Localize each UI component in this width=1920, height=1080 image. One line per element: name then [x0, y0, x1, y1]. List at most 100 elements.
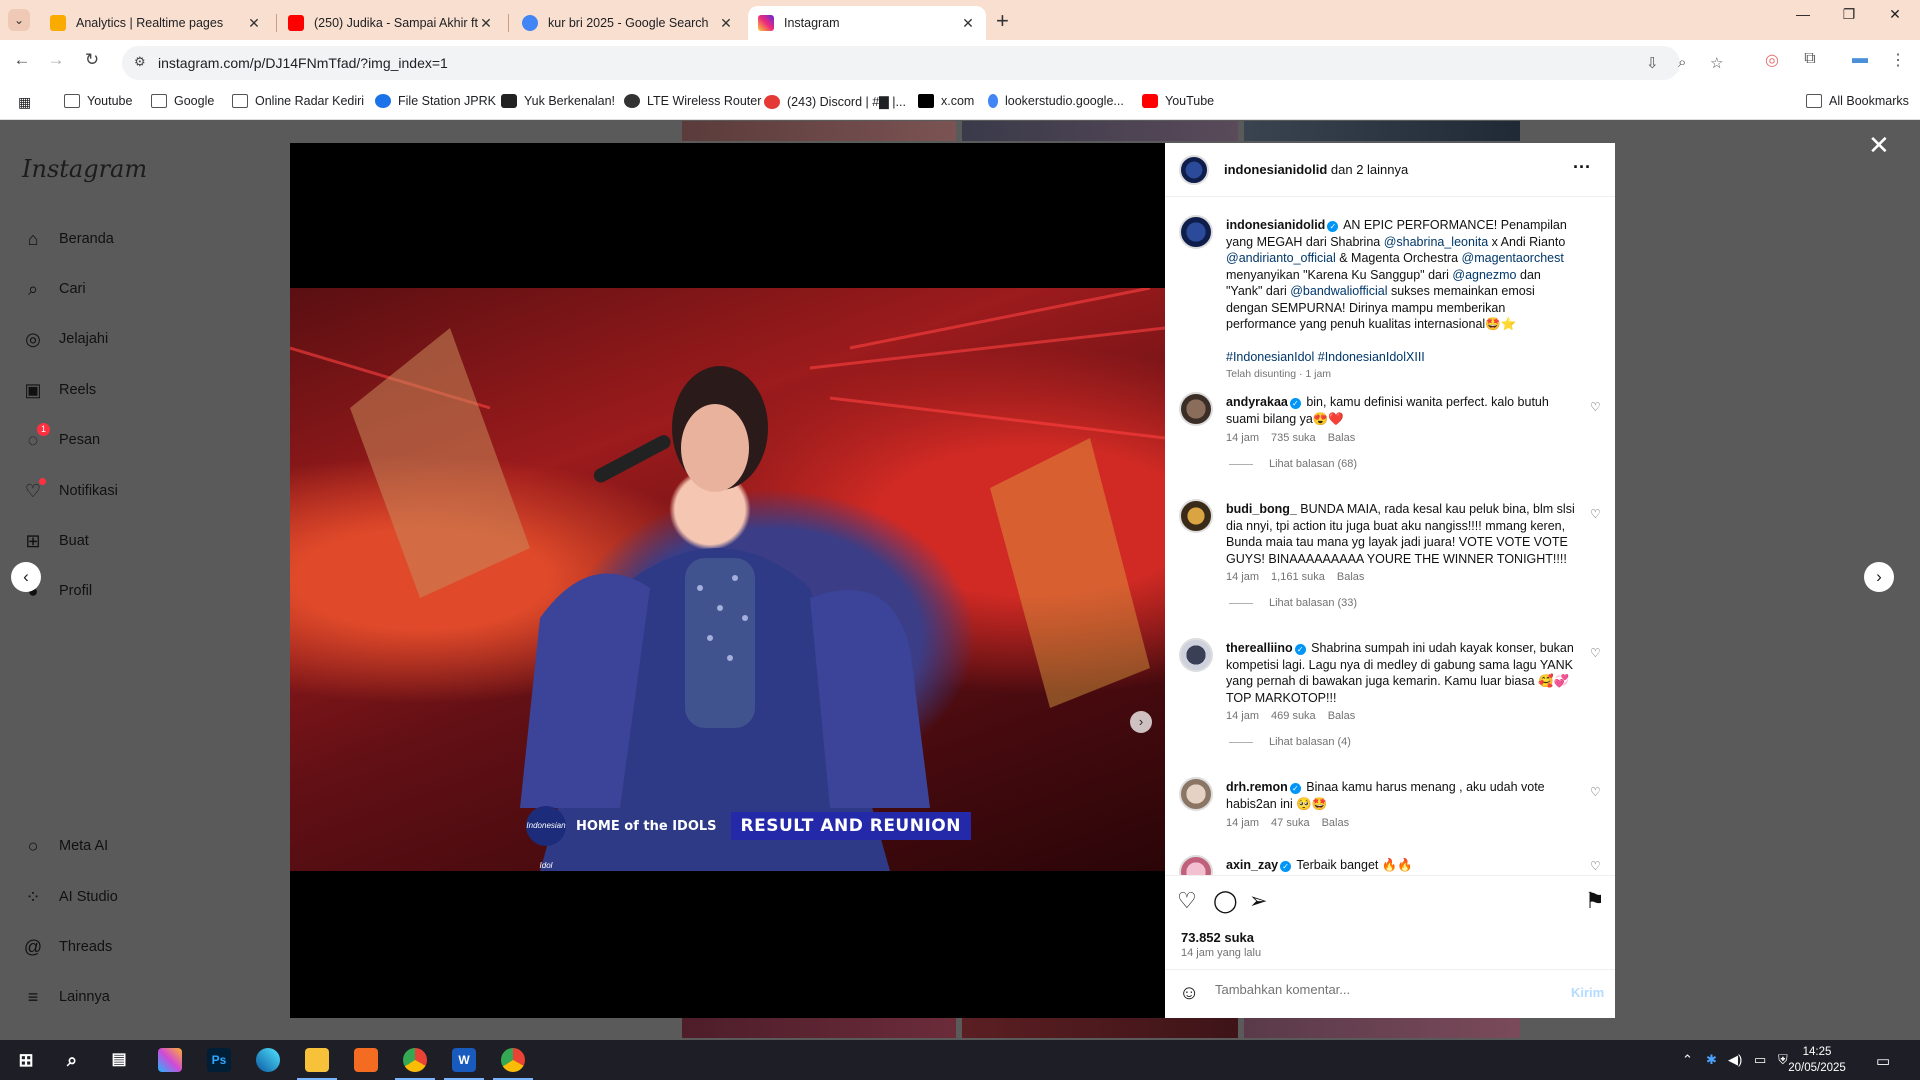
like-comment-icon[interactable]: ♡: [1590, 785, 1601, 799]
header-collab-text[interactable]: dan 2 lainnya: [1327, 162, 1408, 177]
carousel-next-icon[interactable]: ›: [1130, 711, 1152, 733]
send-comment-button[interactable]: Kirim: [1571, 985, 1604, 1000]
bookmark-x[interactable]: x.com: [918, 94, 974, 108]
close-icon[interactable]: ✕: [960, 15, 976, 32]
install-app-icon[interactable]: ⇩: [1646, 54, 1659, 72]
chrome-icon[interactable]: [395, 1048, 435, 1080]
reload-icon[interactable]: ↻: [80, 50, 104, 70]
task-view-icon[interactable]: ▤: [107, 1048, 131, 1072]
forward-icon[interactable]: →: [44, 50, 68, 70]
bookmark-yuk-berkenalan[interactable]: Yuk Berkenalan!: [501, 94, 615, 108]
background-thumbnail[interactable]: [962, 121, 1238, 141]
profile-icon[interactable]: ▬: [1848, 50, 1872, 68]
avatar[interactable]: [1179, 392, 1213, 426]
header-username[interactable]: indonesianidolid: [1224, 162, 1327, 177]
bookmark-youtube-folder[interactable]: Youtube: [64, 94, 132, 108]
minimize-icon[interactable]: —: [1780, 6, 1826, 22]
back-icon[interactable]: ←: [10, 50, 34, 70]
caption-username[interactable]: indonesianidolid: [1226, 218, 1325, 232]
mention-link[interactable]: @andirianto_official: [1226, 251, 1336, 265]
mention-link[interactable]: @magentaorchest: [1462, 251, 1564, 265]
photoshop-icon[interactable]: Ps: [207, 1048, 231, 1072]
file-explorer-icon[interactable]: [297, 1048, 337, 1080]
sidebar-item-cari[interactable]: ⌕ Cari: [22, 278, 86, 300]
avatar[interactable]: [1179, 155, 1209, 185]
comment-input[interactable]: [1215, 982, 1545, 997]
sidebar-item-threads[interactable]: @ Threads: [22, 936, 112, 958]
background-thumbnail[interactable]: [682, 121, 956, 141]
chrome-icon[interactable]: [493, 1048, 533, 1080]
bookmark-google-folder[interactable]: Google: [151, 94, 214, 108]
hashtags[interactable]: #IndonesianIdol #IndonesianIdolXIII: [1226, 349, 1576, 366]
sidebar-item-jelajahi[interactable]: ◎ Jelajahi: [22, 328, 108, 350]
instagram-logo[interactable]: Instagram: [22, 155, 147, 183]
comment-likes[interactable]: 735 suka: [1271, 432, 1316, 444]
extension-icon[interactable]: ◎: [1760, 50, 1784, 70]
comment-likes[interactable]: 47 suka: [1271, 817, 1310, 829]
close-icon[interactable]: ✕: [246, 15, 262, 32]
like-comment-icon[interactable]: ♡: [1590, 507, 1601, 521]
sidebar-item-meta-ai[interactable]: ○ Meta AI: [22, 835, 109, 857]
avatar[interactable]: [1179, 215, 1213, 249]
post-header-user[interactable]: indonesianidolid dan 2 lainnya: [1224, 162, 1408, 177]
avatar[interactable]: [1179, 855, 1213, 875]
reply-button[interactable]: Balas: [1322, 817, 1350, 829]
view-replies-button[interactable]: Lihat balasan (68): [1229, 458, 1357, 470]
bookmark-lte-router[interactable]: LTE Wireless Router: [624, 94, 761, 108]
word-icon[interactable]: W: [444, 1048, 484, 1080]
avatar[interactable]: [1179, 638, 1213, 672]
sidebar-item-ai-studio[interactable]: ⁘ AI Studio: [22, 886, 117, 908]
like-comment-icon[interactable]: ♡: [1590, 859, 1601, 873]
address-bar[interactable]: ⚙ instagram.com/p/DJ14FNmTfad/?img_index…: [122, 46, 1723, 80]
apps-grid-icon[interactable]: ▦: [18, 94, 31, 111]
comment-username[interactable]: budi_bong_: [1226, 502, 1297, 516]
search-icon[interactable]: ⌕: [60, 1048, 84, 1072]
tab-analytics[interactable]: Analytics | Realtime pages ✕: [40, 6, 272, 40]
tab-search-icon[interactable]: ⌄: [8, 9, 30, 31]
comment-username[interactable]: axin_zay: [1226, 858, 1278, 872]
bookmark-youtube[interactable]: YouTube: [1142, 94, 1214, 108]
sidebar-item-reels[interactable]: ▣ Reels: [22, 379, 96, 401]
network-icon[interactable]: ▭: [1754, 1052, 1766, 1068]
restore-icon[interactable]: ❐: [1826, 6, 1872, 23]
reply-button[interactable]: Balas: [1328, 432, 1356, 444]
emoji-icon[interactable]: ☺: [1179, 982, 1199, 1005]
previous-post-icon[interactable]: ‹: [11, 562, 41, 592]
extensions-puzzle-icon[interactable]: ⧉: [1798, 50, 1822, 68]
view-replies-button[interactable]: Lihat balasan (33): [1229, 597, 1357, 609]
comment-icon[interactable]: ◯: [1213, 888, 1238, 914]
reply-button[interactable]: Balas: [1337, 571, 1365, 583]
background-thumbnail[interactable]: [682, 1018, 956, 1038]
mention-link[interactable]: @bandwaliofficial: [1290, 284, 1387, 298]
next-post-icon[interactable]: ›: [1864, 562, 1894, 592]
mention-link[interactable]: @shabrina_leonita: [1384, 235, 1488, 249]
edge-icon[interactable]: [256, 1048, 280, 1072]
comment-likes[interactable]: 1,161 suka: [1271, 571, 1325, 583]
bookmark-file-station[interactable]: File Station JPRK: [375, 94, 496, 108]
bookmark-star-icon[interactable]: ☆: [1710, 54, 1723, 72]
bookmark-lookerstudio[interactable]: lookerstudio.google...: [988, 94, 1124, 108]
bookmark-radar-kediri[interactable]: Online Radar Kediri: [232, 94, 364, 108]
sidebar-item-lainnya[interactable]: ≡ Lainnya: [22, 986, 110, 1008]
like-comment-icon[interactable]: ♡: [1590, 646, 1601, 660]
system-clock[interactable]: 14:25 20/05/2025: [1782, 1044, 1852, 1076]
bookmark-discord[interactable]: (243) Discord | #▇ |...: [764, 94, 906, 109]
background-thumbnail[interactable]: [1244, 1018, 1520, 1038]
new-tab-icon[interactable]: +: [996, 8, 1009, 34]
close-icon[interactable]: ✕: [718, 15, 734, 32]
view-replies-button[interactable]: Lihat balasan (4): [1229, 736, 1351, 748]
background-thumbnail[interactable]: [1244, 121, 1520, 141]
view-replies-label[interactable]: Lihat balasan (33): [1269, 597, 1357, 609]
tab-youtube[interactable]: (250) Judika - Sampai Akhir ft.D ✕: [278, 6, 504, 40]
tab-google[interactable]: kur bri 2025 - Google Search ✕: [512, 6, 744, 40]
windows-start-icon[interactable]: ⊞: [14, 1048, 38, 1072]
all-bookmarks[interactable]: All Bookmarks: [1806, 94, 1909, 108]
tray-overflow-icon[interactable]: ⌃: [1682, 1052, 1693, 1068]
post-media[interactable]: Indonesian Idol HOME of the IDOLS RESULT…: [290, 143, 1165, 1018]
view-replies-label[interactable]: Lihat balasan (4): [1269, 736, 1351, 748]
app-icon[interactable]: [354, 1048, 378, 1072]
modal-close-icon[interactable]: ✕: [1868, 130, 1890, 161]
avatar[interactable]: [1179, 777, 1213, 811]
volume-icon[interactable]: ◀): [1728, 1052, 1742, 1068]
comment-username[interactable]: drh.remon: [1226, 780, 1288, 794]
